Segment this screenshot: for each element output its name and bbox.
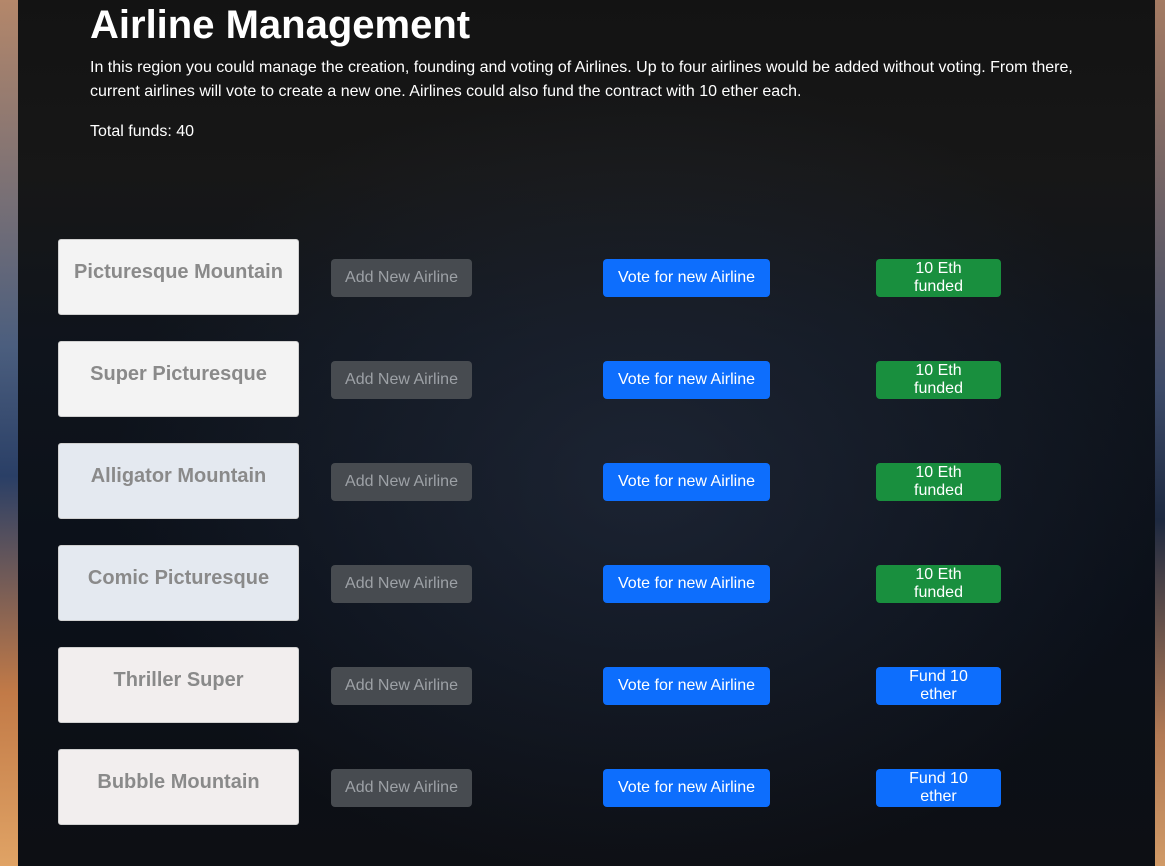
airline-row: Thriller Super Add New Airline Vote for … bbox=[18, 647, 1155, 725]
airline-name-card: Picturesque Mountain bbox=[58, 239, 299, 315]
total-funds-text: Total funds: 40 bbox=[90, 123, 195, 140]
page-title: Airline Management bbox=[90, 3, 471, 47]
airline-row: Super Picturesque Add New Airline Vote f… bbox=[18, 341, 1155, 419]
airline-name-card: Bubble Mountain bbox=[58, 749, 299, 825]
vote-new-airline-button[interactable]: Vote for new Airline bbox=[603, 565, 770, 603]
add-new-airline-button[interactable]: Add New Airline bbox=[331, 667, 472, 705]
airline-row: Picturesque Mountain Add New Airline Vot… bbox=[18, 239, 1155, 317]
airline-name-card: Thriller Super bbox=[58, 647, 299, 723]
background-photo-left bbox=[0, 0, 18, 866]
background-photo-right bbox=[1155, 0, 1165, 866]
funded-button[interactable]: 10 Eth funded bbox=[876, 463, 1001, 501]
vote-new-airline-button[interactable]: Vote for new Airline bbox=[603, 463, 770, 501]
add-new-airline-button[interactable]: Add New Airline bbox=[331, 361, 472, 399]
vote-new-airline-button[interactable]: Vote for new Airline bbox=[603, 259, 770, 297]
vote-new-airline-button[interactable]: Vote for new Airline bbox=[603, 361, 770, 399]
airline-row: Comic Picturesque Add New Airline Vote f… bbox=[18, 545, 1155, 623]
funded-button[interactable]: 10 Eth funded bbox=[876, 565, 1001, 603]
airline-name-card: Super Picturesque bbox=[58, 341, 299, 417]
airline-row: Alligator Mountain Add New Airline Vote … bbox=[18, 443, 1155, 521]
airline-management-panel: Airline Management In this region you co… bbox=[18, 0, 1155, 866]
funded-button[interactable]: 10 Eth funded bbox=[876, 361, 1001, 399]
add-new-airline-button[interactable]: Add New Airline bbox=[331, 769, 472, 807]
vote-new-airline-button[interactable]: Vote for new Airline bbox=[603, 667, 770, 705]
funded-button[interactable]: 10 Eth funded bbox=[876, 259, 1001, 297]
fund-ether-button[interactable]: Fund 10 ether bbox=[876, 667, 1001, 705]
airline-name-card: Comic Picturesque bbox=[58, 545, 299, 621]
add-new-airline-button[interactable]: Add New Airline bbox=[331, 259, 472, 297]
add-new-airline-button[interactable]: Add New Airline bbox=[331, 565, 472, 603]
page-description: In this region you could manage the crea… bbox=[90, 59, 1073, 100]
airline-name-card: Alligator Mountain bbox=[58, 443, 299, 519]
airline-row: Bubble Mountain Add New Airline Vote for… bbox=[18, 749, 1155, 827]
fund-ether-button[interactable]: Fund 10 ether bbox=[876, 769, 1001, 807]
vote-new-airline-button[interactable]: Vote for new Airline bbox=[603, 769, 770, 807]
add-new-airline-button[interactable]: Add New Airline bbox=[331, 463, 472, 501]
